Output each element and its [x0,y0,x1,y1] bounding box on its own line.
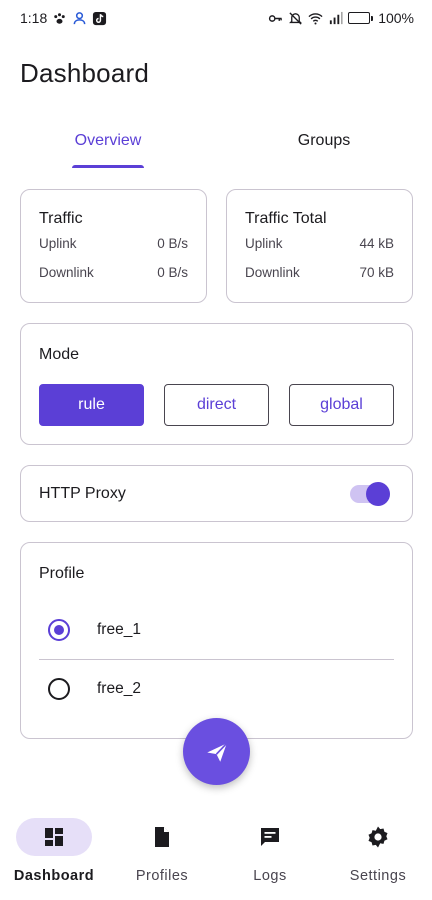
profile-list: free_1 free_2 [39,601,394,717]
nav-profiles-label: Profiles [135,868,189,884]
battery-icon [348,12,374,24]
nav-logs-label: Logs [253,868,287,884]
status-time: 1:18 [20,10,48,26]
traffic-downlink-value: 0 B/s [157,265,188,280]
traffic-total-downlink-row: Downlink 70 kB [245,265,394,280]
profile-item-label: free_2 [97,679,141,697]
traffic-uplink-label: Uplink [39,236,77,251]
gear-icon [340,818,416,856]
traffic-card: Traffic Uplink 0 B/s Downlink 0 B/s [20,189,207,303]
tiktok-icon [92,11,107,26]
traffic-total-downlink-value: 70 kB [359,265,394,280]
profile-card: Profile free_1 free_2 [20,542,413,739]
mode-title: Mode [39,346,80,363]
traffic-total-uplink-value: 44 kB [359,236,394,251]
radio-checked[interactable] [48,619,70,641]
status-bar-right: 100% [268,10,414,26]
bottom-navigation: Dashboard Profiles Logs Settings [0,808,432,900]
chat-icon [232,818,308,856]
nav-dashboard[interactable]: Dashboard [0,808,108,900]
profile-title: Profile [39,565,85,582]
traffic-uplink-row: Uplink 0 B/s [39,236,188,251]
traffic-title: Traffic [39,210,83,227]
send-icon [204,739,230,765]
traffic-total-uplink-row: Uplink 44 kB [245,236,394,251]
page-title: Dashboard [20,58,149,88]
http-proxy-card: HTTP Proxy [20,465,413,522]
traffic-total-downlink-label: Downlink [245,265,300,280]
http-proxy-switch[interactable] [350,481,390,506]
paw-icon [52,11,67,26]
key-icon [268,11,283,26]
switch-thumb [366,481,390,506]
file-icon [124,818,200,856]
person-icon [72,11,87,26]
tab-bar: Overview Groups [0,122,432,172]
tab-overview[interactable]: Overview [0,122,216,172]
nav-settings-label: Settings [349,868,407,884]
traffic-total-uplink-label: Uplink [245,236,283,251]
radio-unchecked[interactable] [48,677,70,700]
mode-button-group: rule direct global [39,384,394,426]
tab-groups[interactable]: Groups [216,122,432,172]
status-bar-left: 1:18 [20,10,107,26]
wifi-icon [308,11,323,26]
battery-percent: 100% [378,10,414,26]
status-bar: 1:18 100% [0,0,432,36]
traffic-downlink-row: Downlink 0 B/s [39,265,188,280]
profile-item-label: free_1 [97,621,141,638]
tab-groups-label: Groups [297,132,351,149]
tab-overview-label: Overview [74,132,142,149]
profile-item-free-1[interactable]: free_1 [39,601,394,659]
signal-icon [328,11,343,26]
traffic-uplink-value: 0 B/s [157,236,188,251]
mode-rule-button[interactable]: rule [39,384,144,426]
traffic-total-title: Traffic Total [245,210,327,227]
traffic-downlink-label: Downlink [39,265,94,280]
mode-direct-button[interactable]: direct [164,384,269,426]
bell-muted-icon [288,11,303,26]
traffic-total-card: Traffic Total Uplink 44 kB Downlink 70 k… [226,189,413,303]
nav-settings[interactable]: Settings [324,808,432,900]
http-proxy-label: HTTP Proxy [39,484,126,502]
tab-active-indicator [72,165,144,168]
nav-profiles[interactable]: Profiles [108,808,216,900]
nav-logs[interactable]: Logs [216,808,324,900]
mode-card: Mode rule direct global [20,323,413,445]
nav-dashboard-label: Dashboard [13,868,95,884]
connect-fab-button[interactable] [183,718,250,785]
profile-item-free-2[interactable]: free_2 [39,659,394,717]
dashboard-icon [16,818,92,856]
mode-global-button[interactable]: global [289,384,394,426]
